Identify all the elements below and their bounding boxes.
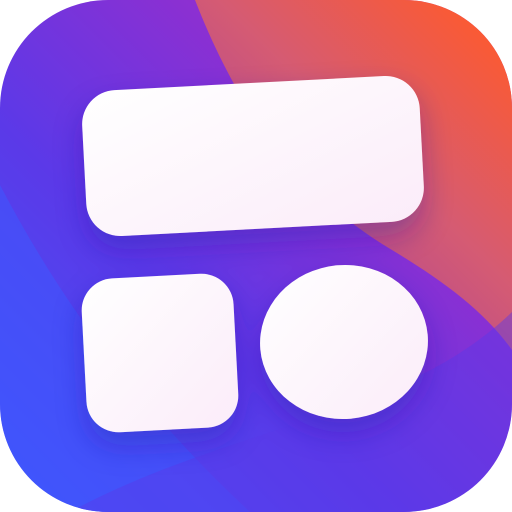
wide-widget-tile (82, 75, 424, 237)
square-widget-tile (81, 273, 239, 433)
icon-background (0, 0, 512, 512)
app-icon-canvas (0, 0, 512, 512)
app-icon (0, 0, 512, 512)
